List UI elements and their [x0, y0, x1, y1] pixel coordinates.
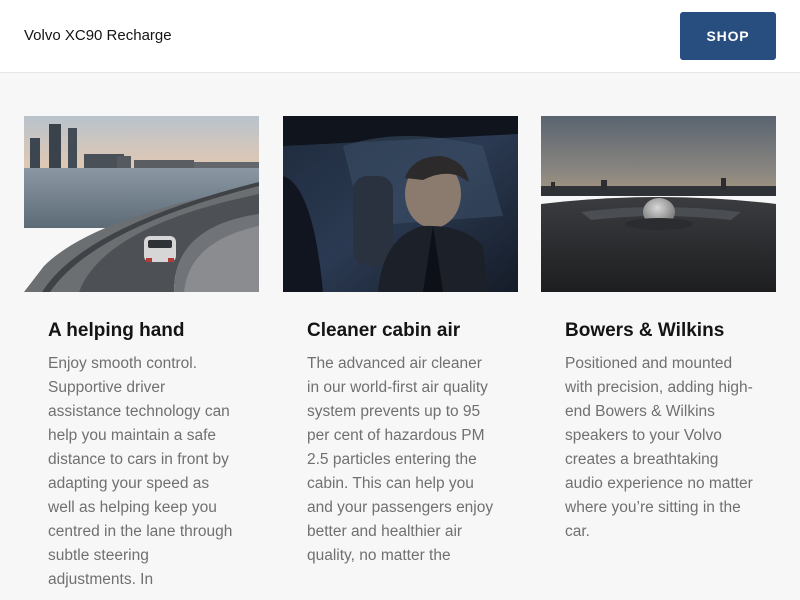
top-bar: Volvo XC90 Recharge SHOP: [0, 0, 800, 73]
car-on-highway-image: [24, 116, 259, 292]
dashboard-speaker-image: [541, 116, 776, 292]
card-title: Bowers & Wilkins: [565, 320, 725, 341]
card-description: The advanced air cleaner in our world-fi…: [307, 355, 494, 564]
card-description: Enjoy smooth control. Supportive driver …: [48, 355, 233, 588]
model-name: Volvo XC90 Recharge: [24, 27, 172, 44]
card-title: A helping hand: [48, 320, 185, 341]
shop-button[interactable]: SHOP: [680, 12, 776, 60]
feature-card-cabin-air: Cleaner cabin air The advanced air clean…: [283, 116, 518, 600]
driver-in-cabin-image: [283, 116, 518, 292]
card-title: Cleaner cabin air: [307, 320, 461, 341]
card-description: Positioned and mounted with precision, a…: [565, 355, 753, 540]
feature-cards: A helping hand Enjoy smooth control. Sup…: [0, 116, 800, 600]
feature-card-bowers-wilkins: Bowers & Wilkins Positioned and mounted …: [541, 116, 776, 600]
feature-card-helping-hand: A helping hand Enjoy smooth control. Sup…: [24, 116, 259, 600]
